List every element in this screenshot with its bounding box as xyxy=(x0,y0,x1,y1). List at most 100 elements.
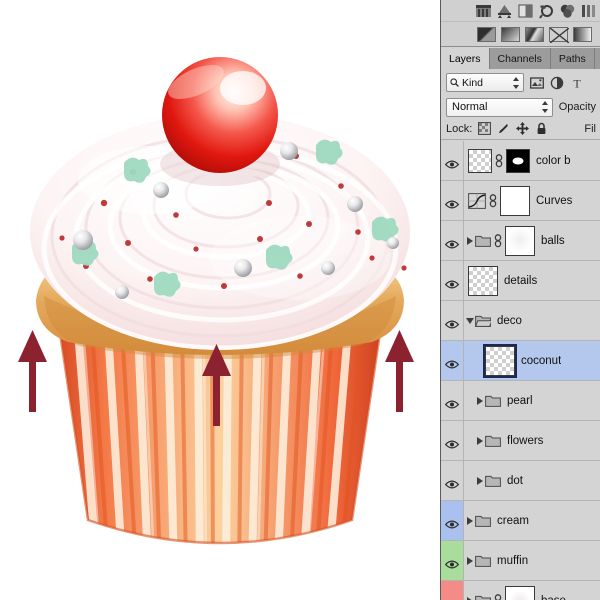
chevron-updown-icon[interactable] xyxy=(541,101,549,113)
group-disclosure-triangle[interactable] xyxy=(464,556,475,565)
layer-name[interactable]: deco xyxy=(497,315,522,327)
fill-label: Fil xyxy=(584,122,596,135)
layer-row-balls[interactable]: balls xyxy=(441,221,600,261)
eye-icon[interactable] xyxy=(444,556,460,569)
tab-paths[interactable]: Paths xyxy=(550,48,595,69)
layer-row-coconut[interactable]: coconut xyxy=(441,341,600,381)
layer-row-details[interactable]: details xyxy=(441,261,600,301)
link-icon[interactable] xyxy=(493,233,503,248)
panel-tab-strip[interactable]: Layers Channels Paths xyxy=(441,48,600,69)
exposure-icon[interactable] xyxy=(538,3,555,19)
layer-name[interactable]: base xyxy=(541,595,566,600)
layer-mask-thumbnail[interactable] xyxy=(505,225,535,256)
eye-icon[interactable] xyxy=(444,236,460,249)
layer-visibility-toggle[interactable] xyxy=(441,421,464,460)
gradient-preset-2-icon[interactable] xyxy=(501,26,520,42)
chevron-updown-icon[interactable] xyxy=(513,76,520,89)
gradient-presets-toolbar[interactable] xyxy=(441,22,600,47)
layer-row-base[interactable]: base xyxy=(441,581,600,600)
curves-icon[interactable] xyxy=(517,3,534,19)
layer-mask-thumbnail[interactable] xyxy=(506,148,530,173)
eye-icon[interactable] xyxy=(444,396,460,409)
layer-row-dot[interactable]: dot xyxy=(441,461,600,501)
group-disclosure-triangle[interactable] xyxy=(474,476,485,485)
layer-list[interactable]: color b Curves balls details deco coconu… xyxy=(441,141,600,600)
lock-image-icon[interactable] xyxy=(497,122,510,135)
brightness-contrast-icon[interactable] xyxy=(475,3,492,19)
eye-icon[interactable] xyxy=(444,316,460,329)
layer-visibility-toggle[interactable] xyxy=(441,141,464,180)
layer-visibility-toggle[interactable] xyxy=(441,581,464,600)
layer-visibility-toggle[interactable] xyxy=(441,181,464,220)
layer-visibility-toggle[interactable] xyxy=(441,261,464,300)
layer-name[interactable]: cream xyxy=(497,515,529,527)
layer-visibility-toggle[interactable] xyxy=(441,221,464,260)
eye-icon[interactable] xyxy=(444,356,460,369)
gradient-preset-1-icon[interactable] xyxy=(477,26,496,42)
gradient-preset-3-icon[interactable] xyxy=(525,26,544,42)
layer-row-flowers[interactable]: flowers xyxy=(441,421,600,461)
layer-name[interactable]: details xyxy=(504,275,537,287)
document-canvas[interactable] xyxy=(0,0,440,600)
layer-name[interactable]: pearl xyxy=(507,395,533,407)
layer-name[interactable]: Curves xyxy=(536,195,572,207)
levels-icon[interactable] xyxy=(496,3,513,19)
link-icon[interactable] xyxy=(488,193,498,208)
layer-row-pearl[interactable]: pearl xyxy=(441,381,600,421)
eye-icon[interactable] xyxy=(444,196,460,209)
eye-icon[interactable] xyxy=(444,156,460,169)
gradient-preset-4-icon[interactable] xyxy=(549,26,570,44)
layer-visibility-toggle[interactable] xyxy=(441,381,464,420)
layer-visibility-toggle[interactable] xyxy=(441,461,464,500)
group-disclosure-triangle[interactable] xyxy=(464,317,475,324)
group-disclosure-triangle[interactable] xyxy=(474,436,485,445)
lock-transparency-icon[interactable] xyxy=(478,122,492,135)
layer-row-muffin[interactable]: muffin xyxy=(441,541,600,581)
layer-visibility-toggle[interactable] xyxy=(441,541,464,580)
vibrance-icon[interactable] xyxy=(559,3,576,19)
group-disclosure-triangle[interactable] xyxy=(464,236,475,245)
eye-icon[interactable] xyxy=(445,596,459,600)
group-disclosure-triangle[interactable] xyxy=(474,396,485,405)
filter-type-icon[interactable]: T xyxy=(570,76,584,90)
layer-row-color-b[interactable]: color b xyxy=(441,141,600,181)
layer-mask-thumbnail[interactable] xyxy=(500,185,530,216)
layer-name[interactable]: muffin xyxy=(497,555,528,567)
layer-name[interactable]: coconut xyxy=(521,355,561,367)
layer-row-curves[interactable]: Curves xyxy=(441,181,600,221)
tab-layers[interactable]: Layers xyxy=(441,48,490,69)
layer-thumbnail[interactable] xyxy=(468,265,498,296)
layer-name[interactable]: dot xyxy=(507,475,523,487)
group-disclosure-triangle[interactable] xyxy=(464,516,475,525)
blend-mode-dropdown[interactable]: Normal xyxy=(446,97,553,117)
group-disclosure-triangle[interactable] xyxy=(464,596,475,600)
curves-adjustment-icon[interactable] xyxy=(468,192,486,209)
eye-icon[interactable] xyxy=(444,276,460,289)
lock-all-icon[interactable] xyxy=(535,122,548,135)
eye-icon[interactable] xyxy=(444,436,460,449)
filter-pixel-icon[interactable] xyxy=(530,76,544,90)
tab-channels[interactable]: Channels xyxy=(489,48,551,69)
filter-adjustment-icon[interactable] xyxy=(550,76,564,90)
filter-kind-dropdown[interactable]: Kind xyxy=(446,73,524,92)
layer-row-cream[interactable]: cream xyxy=(441,501,600,541)
layer-mask-thumbnail[interactable] xyxy=(505,585,535,600)
layer-name[interactable]: flowers xyxy=(507,435,543,447)
eye-icon[interactable] xyxy=(444,516,460,529)
link-icon[interactable] xyxy=(494,153,504,168)
link-icon[interactable] xyxy=(493,593,503,600)
layer-visibility-toggle[interactable] xyxy=(441,341,464,380)
layer-name[interactable]: color b xyxy=(536,155,571,167)
gradient-preset-5-icon[interactable] xyxy=(573,26,592,42)
layer-name[interactable]: balls xyxy=(541,235,565,247)
eye-icon[interactable] xyxy=(444,476,460,489)
hue-saturation-icon[interactable] xyxy=(580,3,597,19)
layer-thumbnail[interactable] xyxy=(483,343,517,378)
folder-icon xyxy=(475,554,491,567)
layer-visibility-toggle[interactable] xyxy=(441,501,464,540)
adjustments-toolbar[interactable] xyxy=(441,0,600,22)
lock-position-icon[interactable] xyxy=(516,122,530,135)
layer-thumbnail[interactable] xyxy=(468,148,492,173)
layer-row-deco[interactable]: deco xyxy=(441,301,600,341)
layer-visibility-toggle[interactable] xyxy=(441,301,464,340)
